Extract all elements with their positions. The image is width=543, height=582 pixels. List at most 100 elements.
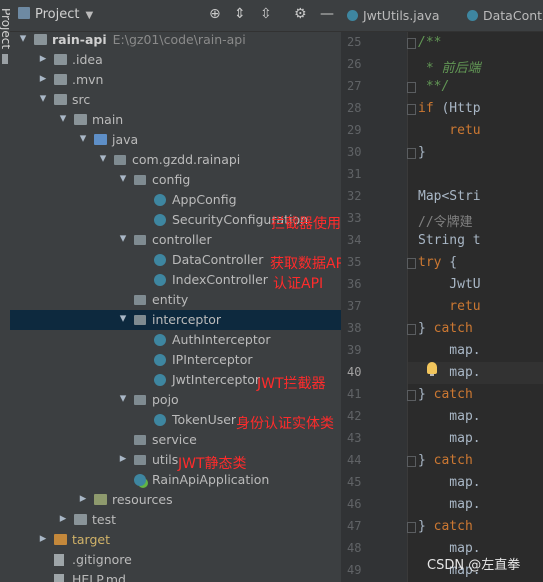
code-line: try { [408, 252, 543, 274]
line-number: 43 [341, 428, 407, 450]
line-number: 37 [341, 296, 407, 318]
code-text: **/ [418, 79, 450, 94]
code-text: map. [418, 475, 481, 490]
fold-marker-icon[interactable] [341, 98, 416, 120]
tab-jwtutils[interactable]: JwtUtils.java [341, 0, 461, 31]
fold-marker-icon[interactable] [341, 516, 416, 538]
project-icon [18, 7, 30, 19]
tree-node[interactable]: ▾ config [10, 170, 341, 190]
chevron-right-icon[interactable]: ▸ [78, 491, 88, 506]
tree-node[interactable]: AuthInterceptor [10, 330, 341, 350]
tree-node[interactable]: ▾ controller [10, 230, 341, 250]
fold-marker-icon[interactable] [341, 384, 416, 406]
package-icon [134, 455, 146, 465]
tree-node-label: AuthInterceptor [172, 332, 271, 347]
tree-node[interactable]: HELP.md [10, 570, 341, 582]
fold-marker-icon[interactable] [341, 76, 416, 98]
folder-icon [74, 114, 87, 125]
code-line: String t [408, 230, 543, 252]
line-number-text: 48 [347, 541, 362, 555]
code-line: retu [408, 120, 543, 142]
tree-node-label: controller [152, 232, 212, 247]
line-number-text: 26 [347, 57, 362, 71]
package-icon [134, 295, 146, 305]
code-line: map. [408, 428, 543, 450]
tree-node[interactable]: ▾ java [10, 130, 341, 150]
tree-node[interactable]: ▸ utils [10, 450, 341, 470]
fold-marker-icon[interactable] [341, 142, 416, 164]
tab-datacontroller[interactable]: DataContro [461, 0, 543, 31]
tree-node[interactable]: IPInterceptor [10, 350, 341, 370]
class-icon [154, 194, 166, 206]
collapse-all-icon[interactable]: ⇳ [260, 6, 272, 22]
line-number-text: 29 [347, 123, 362, 137]
locate-file-icon[interactable]: ⊕ [209, 6, 221, 22]
code-line: map. [408, 494, 543, 516]
tree-node-label: pojo [152, 392, 179, 407]
fold-marker-icon[interactable] [341, 252, 416, 274]
tree-node[interactable]: ▾ pojo [10, 390, 341, 410]
folder-icon [54, 74, 67, 85]
minimize-icon[interactable]: — [320, 6, 334, 22]
package-icon [134, 395, 146, 405]
chevron-down-icon[interactable]: ▾ [118, 391, 128, 406]
chevron-down-icon[interactable]: ▾ [18, 31, 28, 46]
chevron-down-icon[interactable]: ▾ [118, 171, 128, 186]
tree-node[interactable]: ▾ com.gzdd.rainapi [10, 150, 341, 170]
tree-node[interactable]: ▸ .mvn [10, 70, 341, 90]
code-text: } catch [418, 519, 473, 534]
chevron-right-icon[interactable]: ▸ [58, 511, 68, 526]
fold-marker-icon[interactable] [341, 318, 416, 340]
line-number: 49 [341, 560, 407, 582]
chevron-right-icon[interactable]: ▸ [38, 71, 48, 86]
tree-node[interactable]: entity [10, 290, 341, 310]
chevron-down-icon[interactable]: ▾ [78, 131, 88, 146]
tree-node[interactable]: ▾ interceptor [10, 310, 341, 330]
tree-node-label: config [152, 172, 191, 187]
expand-all-icon[interactable]: ⇕ [234, 6, 246, 22]
tree-node-label: DataController [172, 252, 264, 267]
tree-node[interactable]: .gitignore [10, 550, 341, 570]
code-line: } catch [408, 516, 543, 538]
fold-marker-icon[interactable] [341, 450, 416, 472]
tree-node[interactable]: service [10, 430, 341, 450]
chevron-right-icon[interactable]: ▸ [118, 451, 128, 466]
tree-node[interactable]: ▾ rain-api E:\gz01\code\rain-api [10, 30, 341, 50]
class-icon [154, 214, 166, 226]
file-icon [54, 574, 64, 582]
tree-node[interactable]: ▾ main [10, 110, 341, 130]
tree-node[interactable]: AppConfig [10, 190, 341, 210]
target-folder-icon [54, 534, 67, 545]
chevron-right-icon[interactable]: ▸ [38, 531, 48, 546]
tree-node[interactable]: ▾ src [10, 90, 341, 110]
project-view-selector[interactable]: Project ▼ [18, 7, 93, 22]
line-number: 42 [341, 406, 407, 428]
tree-node[interactable]: ▸ .idea [10, 50, 341, 70]
lightbulb-icon[interactable] [427, 362, 437, 376]
fold-marker-icon[interactable] [341, 32, 416, 54]
line-number-text: 34 [347, 233, 362, 247]
gear-icon[interactable]: ⚙ [294, 6, 307, 22]
class-icon [154, 274, 166, 286]
chevron-down-icon[interactable]: ▾ [118, 311, 128, 326]
folder-icon [54, 94, 67, 105]
tree-node-label: resources [112, 492, 173, 507]
chevron-right-icon[interactable]: ▸ [38, 51, 48, 66]
chevron-down-icon[interactable]: ▾ [118, 231, 128, 246]
tree-node[interactable]: RainApiApplication [10, 470, 341, 490]
chevron-down-icon[interactable]: ▾ [38, 91, 48, 106]
line-number: 39 [341, 340, 407, 362]
chevron-down-icon[interactable]: ▾ [58, 111, 68, 126]
class-icon [467, 10, 478, 21]
tree-node[interactable]: ▸ test [10, 510, 341, 530]
code-text: } catch [418, 453, 473, 468]
code-line: JwtU [408, 274, 543, 296]
line-number-text: 43 [347, 431, 362, 445]
editor-tab-bar: JwtUtils.java DataContro [341, 0, 543, 32]
tree-node[interactable]: ▸ target [10, 530, 341, 550]
chevron-down-icon[interactable]: ▾ [98, 151, 108, 166]
annotation-note: 获取数据API [270, 256, 341, 272]
code-text: map. [418, 409, 481, 424]
tree-node[interactable]: ▸ resources [10, 490, 341, 510]
